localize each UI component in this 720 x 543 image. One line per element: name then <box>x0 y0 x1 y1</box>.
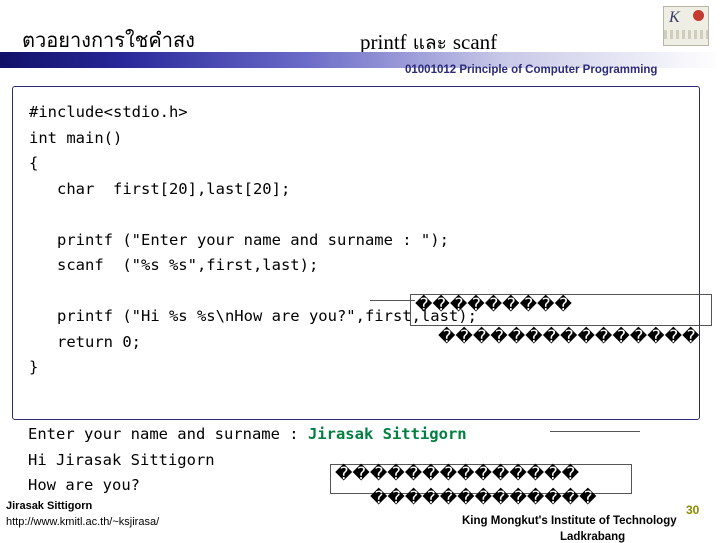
output-line-3: How are you? <box>28 476 140 494</box>
annotation-bottom-text-1: �������������� <box>335 464 580 484</box>
logo-letter: K <box>669 9 680 26</box>
footer-author: Jirasak Sittigorn <box>6 500 93 512</box>
code-listing: #include<stdio.h> int main() { char firs… <box>29 103 477 376</box>
annotation-leader-top <box>370 300 415 301</box>
logo-dot-icon <box>693 10 704 21</box>
title-printf: printf <box>360 30 407 54</box>
course-subtitle: 01001012 Principle of Computer Programmi… <box>405 64 658 76</box>
output-user-input: Jirasak Sittigorn <box>307 425 467 443</box>
code-panel: #include<stdio.h> int main() { char firs… <box>12 86 700 420</box>
annotation-middle-text: ��������������� <box>438 327 700 347</box>
footer-institute-line2: Ladkrabang <box>560 531 626 543</box>
output-line-2: Hi Jirasak Sittigorn <box>28 450 215 469</box>
title-scanf: scanf <box>452 30 498 54</box>
institute-logo: K <box>663 6 709 46</box>
page-number: 30 <box>686 503 700 517</box>
annotation-top-text: ��������� <box>415 295 572 315</box>
title-conjunction: และ <box>406 32 453 54</box>
output-prompt: Enter your name and surname : <box>28 425 308 443</box>
annotation-bottom-text-2: ������������� <box>370 488 597 508</box>
footer-institute-line1: King Mongkut's Institute of Technology <box>462 515 677 527</box>
footer-url[interactable]: http://www.kmitl.ac.th/~ksjirasa/ <box>6 516 159 528</box>
slide: ตวอยางการใชคำสง printf และ scanf K 01001… <box>0 0 720 543</box>
logo-band-icon <box>664 30 708 39</box>
annotation-leader-bottom <box>550 431 640 432</box>
